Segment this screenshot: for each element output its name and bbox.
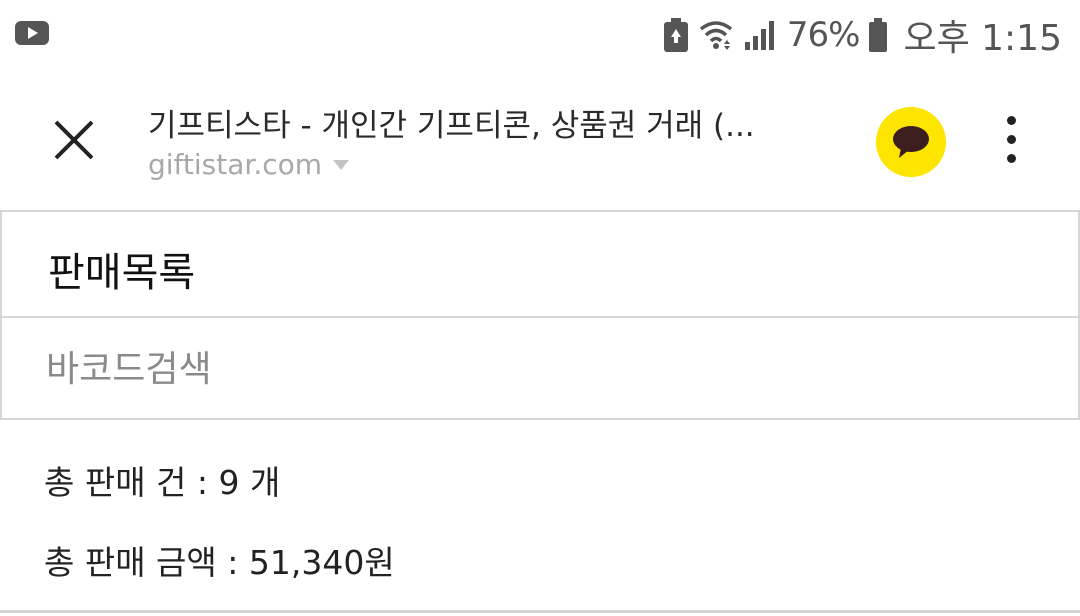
chevron-down-icon: [333, 159, 350, 170]
battery-saver-icon: [663, 18, 689, 52]
amount-label: 총 판매 금액 :: [44, 543, 249, 582]
wifi-icon: [699, 18, 733, 52]
youtube-icon: [15, 21, 49, 49]
divider: [0, 610, 1080, 613]
status-bar: 76% 오후 1:15: [0, 0, 1080, 70]
kakaotalk-share-button[interactable]: [876, 107, 946, 177]
count-label: 총 판매 건 :: [44, 463, 219, 502]
signal-icon: [743, 18, 777, 52]
battery-percent: 76%: [786, 15, 861, 55]
barcode-search-input[interactable]: [46, 340, 1036, 398]
total-sales-amount: 총 판매 금액 : 51,340원: [44, 536, 395, 584]
browser-header: 기프티스타 - 개인간 기프티콘, 상품권 거래 (... giftistar.…: [0, 70, 1080, 210]
url-dropdown[interactable]: giftistar.com: [148, 148, 350, 181]
close-icon: [54, 120, 94, 160]
clock: 오후 1:15: [903, 18, 1062, 59]
close-button[interactable]: [50, 116, 98, 164]
main-content: 판매목록 총 판매 건 : 9 개 총 판매 금액 : 51,340원: [0, 210, 1080, 616]
battery-icon: [869, 18, 888, 52]
kakaotalk-icon: [893, 126, 929, 158]
page-title: 기프티스타 - 개인간 기프티콘, 상품권 거래 (...: [148, 108, 755, 144]
section-header: 판매목록: [0, 210, 1080, 318]
section-title: 판매목록: [48, 250, 196, 296]
amount-value: 51,340원: [248, 543, 395, 582]
total-sales-count: 총 판매 건 : 9 개: [44, 456, 280, 504]
more-options-button[interactable]: [996, 114, 1028, 166]
status-icons: 76% 오후 1:15: [663, 12, 1062, 59]
page-url: giftistar.com: [148, 148, 323, 181]
more-vert-icon: [1007, 116, 1016, 125]
barcode-search-box: [0, 316, 1080, 420]
count-value: 9 개: [218, 463, 281, 502]
